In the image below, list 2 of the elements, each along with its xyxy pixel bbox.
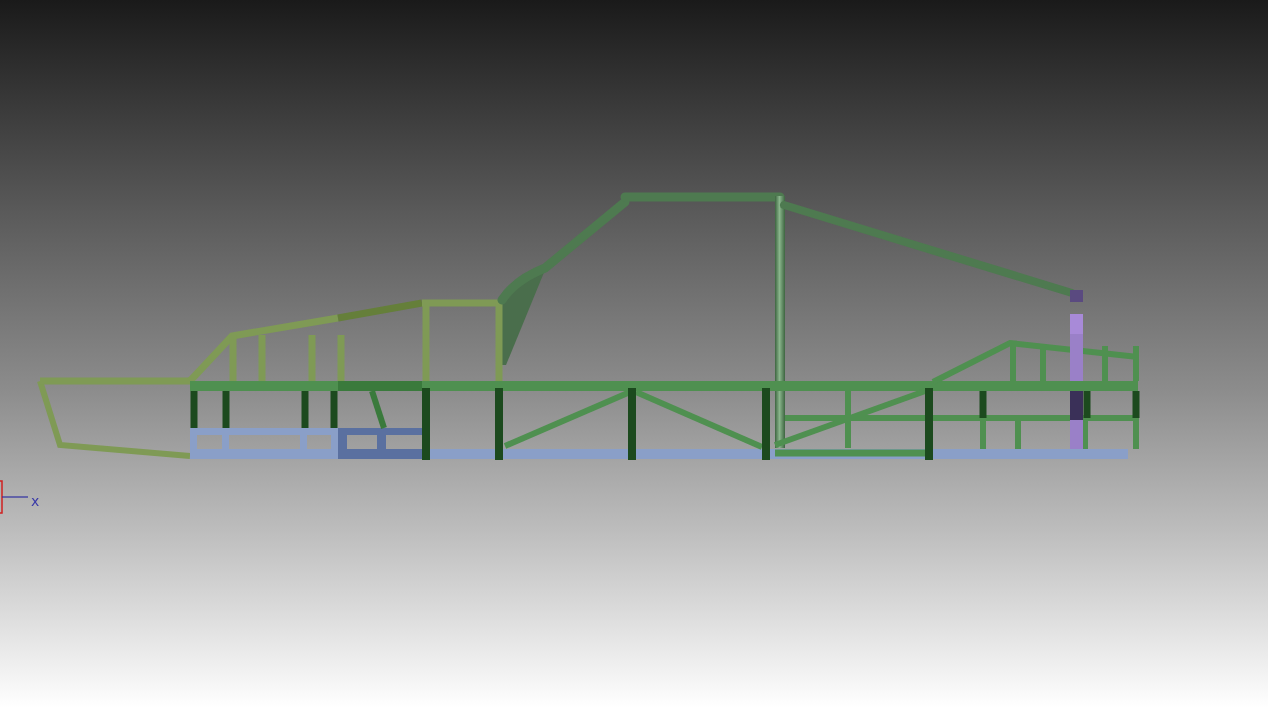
axis-triad-icon <box>0 480 29 514</box>
axis-label: x <box>31 493 40 509</box>
